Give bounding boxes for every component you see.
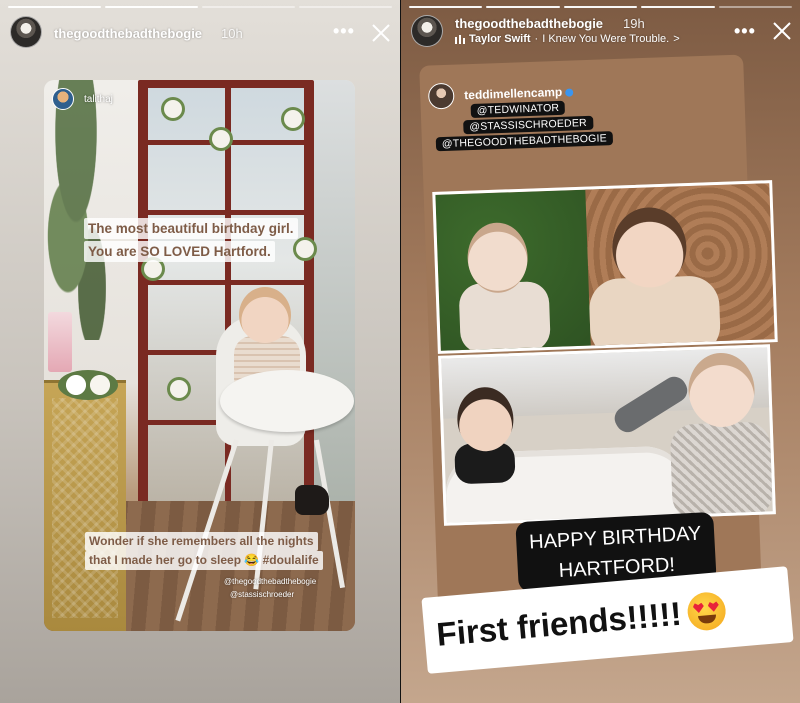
cabinet-pattern (52, 398, 118, 618)
heart-eye (707, 601, 719, 612)
baby-face (239, 287, 291, 343)
music-sticker[interactable]: Taylor Swift · I Knew You Were Trouble. … (455, 33, 680, 45)
flower-decoration (170, 380, 188, 398)
roses (58, 370, 118, 400)
mention-tag[interactable]: @thegoodthebadthebogie (224, 577, 316, 586)
flower-decoration (296, 240, 314, 258)
cake (48, 312, 72, 372)
story-right[interactable]: thegoodthebadthebogie 19h Taylor Swift ·… (400, 0, 800, 703)
baby (458, 280, 551, 354)
progress-segment (299, 6, 392, 8)
progress-segment (563, 6, 638, 8)
music-artist: Taylor Swift (469, 33, 531, 45)
flower-decoration (164, 100, 182, 118)
story-progress-bar (8, 6, 392, 8)
progress-segment (105, 6, 198, 8)
caption-line: The most beautiful birthday girl. (84, 218, 298, 239)
story-timestamp: 10h (221, 26, 243, 41)
story-progress-bar (409, 6, 793, 8)
baby-shoe (295, 485, 329, 515)
music-separator: · (534, 33, 539, 45)
progress-segment (641, 6, 715, 8)
avatar[interactable] (427, 82, 455, 110)
flower-decoration (212, 130, 230, 148)
heart-eye (693, 603, 705, 614)
ivy-decoration (44, 80, 124, 340)
progress-segment (202, 6, 295, 8)
photo-babies-top (432, 180, 778, 354)
card-username-text: teddimellencamp (464, 84, 563, 103)
story-username[interactable]: thegoodthebadthebogie (54, 26, 202, 41)
baby (669, 421, 773, 521)
heart-eyes-emoji-icon (685, 590, 727, 632)
mention-tag[interactable]: @TEDWINATOR (470, 100, 566, 119)
progress-segment (486, 6, 560, 8)
door-frame (148, 210, 304, 215)
avatar[interactable] (10, 16, 42, 48)
card-username[interactable]: teddimellencamp (464, 84, 574, 103)
friends-text: First friends!!!!! (434, 594, 683, 653)
photo-babies-bottom (438, 344, 776, 526)
music-song: I Knew You Were Trouble. (542, 33, 670, 45)
mention-tag[interactable]: @stassischroeder (230, 590, 294, 599)
emoji-mouth (697, 614, 717, 625)
story-left[interactable]: thegoodthebadthebogie 10h ••• talithaj T… (0, 0, 400, 703)
music-bars-icon (455, 34, 465, 44)
mention-tag[interactable]: @THEGOODTHEBADTHEBOGIE (435, 131, 614, 152)
avatar[interactable] (52, 88, 74, 110)
avatar[interactable] (411, 15, 443, 47)
story-username[interactable]: thegoodthebadthebogie (455, 16, 603, 31)
more-options-icon[interactable]: ••• (734, 22, 756, 40)
chevron-right-icon: > (673, 33, 680, 45)
reshared-story-card[interactable]: talithaj The most beautiful birthday gir… (44, 80, 355, 631)
caption-line: Wonder if she remembers all the nights (85, 532, 318, 551)
caption-line: that I made her go to sleep 😂 #doulalife (85, 551, 323, 570)
door-frame (148, 280, 304, 285)
close-icon[interactable] (771, 20, 793, 42)
flower-decoration (284, 110, 302, 128)
more-options-icon[interactable]: ••• (333, 22, 355, 40)
flower-decoration (144, 260, 162, 278)
card-username[interactable]: talithaj (84, 94, 113, 105)
story-timestamp: 19h (623, 16, 645, 31)
close-icon[interactable] (370, 22, 392, 44)
progress-segment (409, 6, 483, 8)
caption-line: You are SO LOVED Hartford. (84, 241, 275, 262)
progress-segment (718, 6, 793, 8)
verified-icon (565, 88, 574, 97)
progress-segment (8, 6, 101, 8)
highchair-tray (220, 370, 354, 432)
